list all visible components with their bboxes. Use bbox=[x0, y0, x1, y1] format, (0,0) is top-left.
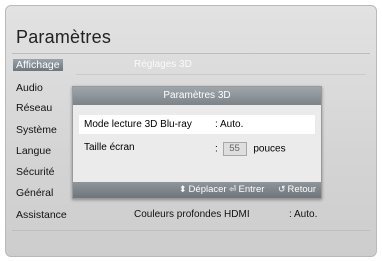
option-taille-ecran-colon: : bbox=[215, 143, 218, 155]
dialog-title: Paramètres 3D bbox=[73, 87, 321, 105]
menu-item-reseau[interactable]: Réseau bbox=[16, 102, 52, 114]
bottom-divider bbox=[12, 230, 370, 231]
bg-row-label[interactable]: Couleurs profondes HDMI bbox=[134, 209, 250, 220]
option-taille-ecran-value: : 55 pouces bbox=[215, 142, 286, 156]
dialog-footer: ⬍ Déplacer ⏎ Entrer ↺ Retour bbox=[73, 182, 321, 198]
return-arrow-icon: ↺ bbox=[278, 184, 286, 194]
menu-item-affichage[interactable]: Affichage bbox=[13, 59, 63, 71]
page-title: Paramètres bbox=[16, 27, 112, 47]
hint-enter-label: Entrer bbox=[238, 184, 265, 195]
hint-move-label: Déplacer bbox=[188, 184, 227, 195]
enter-icon: ⏎ bbox=[229, 184, 237, 194]
screen-size-unit: pouces bbox=[253, 143, 286, 155]
settings-screen: Paramètres Affichage Audio Réseau Systèm… bbox=[5, 5, 377, 257]
hint-back-label: Retour bbox=[287, 184, 317, 195]
sub-header-reglages-3d: Réglages 3D bbox=[134, 59, 192, 70]
option-mode-lecture-3d-value: : Auto. bbox=[215, 119, 244, 130]
hint-enter: ⏎ Entrer bbox=[229, 184, 264, 195]
option-mode-lecture-3d-label: Mode lecture 3D Blu-ray bbox=[84, 119, 192, 130]
menu-item-general[interactable]: Général bbox=[16, 187, 53, 199]
dialog-3d-settings: Paramètres 3D Mode lecture 3D Blu-ray : … bbox=[72, 86, 322, 199]
option-taille-ecran[interactable]: Taille écran : 55 pouces bbox=[79, 138, 315, 157]
menu-item-audio[interactable]: Audio bbox=[16, 82, 43, 94]
up-down-arrows-icon: ⬍ bbox=[179, 184, 187, 194]
option-mode-lecture-3d[interactable]: Mode lecture 3D Blu-ray : Auto. bbox=[79, 115, 315, 134]
hint-back: ↺ Retour bbox=[278, 184, 316, 195]
title-divider bbox=[12, 53, 370, 54]
screen-size-field[interactable]: 55 bbox=[222, 142, 247, 156]
bg-row-value: : Auto. bbox=[289, 209, 318, 220]
sub-header-divider bbox=[76, 74, 366, 75]
menu-item-securite[interactable]: Sécurité bbox=[16, 166, 55, 178]
hint-move: ⬍ Déplacer bbox=[179, 184, 227, 195]
menu-item-assistance[interactable]: Assistance bbox=[16, 209, 67, 221]
option-taille-ecran-label: Taille écran bbox=[84, 142, 135, 153]
menu-item-systeme[interactable]: Système bbox=[16, 124, 57, 136]
menu-item-langue[interactable]: Langue bbox=[16, 145, 51, 157]
